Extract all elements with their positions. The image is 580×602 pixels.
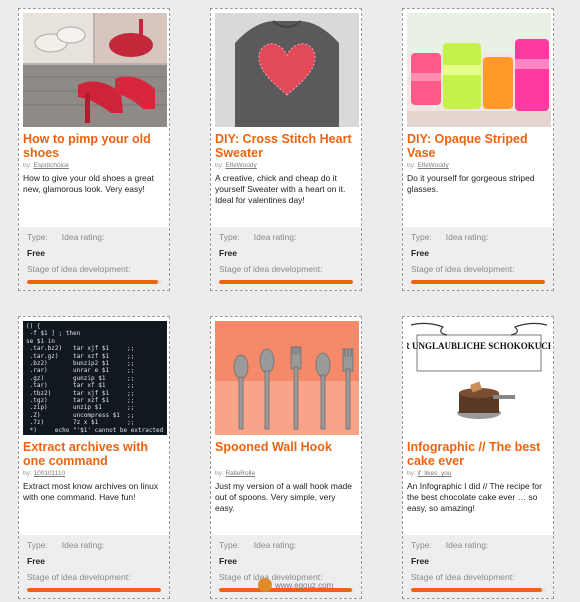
card-author: by: if_likes_you [407, 470, 452, 477]
card-author: by: RalleRolle [215, 470, 256, 477]
type-value: Free [411, 248, 429, 258]
card-meta: Type: Idea rating: Free Stage of idea dev… [211, 227, 361, 290]
card-thumbnail[interactable] [215, 13, 359, 127]
author-link[interactable]: RalleRolle [225, 470, 255, 477]
card-thumbnail[interactable] [407, 13, 551, 127]
type-label: Type: [27, 540, 48, 550]
card-title[interactable]: DIY: Opaque Striped Vase [407, 132, 549, 160]
idea-rating-label: Idea rating: [253, 232, 297, 242]
stage-progress-bar [411, 588, 545, 592]
author-link[interactable]: ElfeWoody [417, 162, 448, 169]
card-title[interactable]: Extract archives with one command [23, 440, 165, 468]
card-thumbnail[interactable]: () { -f $1 ] ; then se $1 in .tar.bz2) t… [23, 321, 167, 435]
code-snippet: () { -f $1 ] ; then se $1 in .tar.bz2) t… [26, 323, 167, 435]
card-author: by: 100101110 [23, 470, 66, 477]
card-meta: Type: Idea rating: Free Stage of idea dev… [19, 227, 169, 290]
stage-label: Stage of idea development: [219, 264, 323, 274]
watermark-logo-icon [258, 578, 272, 592]
stage-progress-bar [219, 280, 353, 284]
stage-progress-bar [411, 280, 545, 284]
type-value: Free [219, 248, 237, 258]
card-meta: Type: Idea rating: Free Stage of idea dev… [403, 227, 553, 290]
author-link[interactable]: if_likes_you [417, 470, 451, 477]
progress-fill [411, 280, 545, 284]
idea-rating-label: Idea rating: [61, 540, 105, 550]
idea-card[interactable]: How to pimp your old shoes by: Espritcho… [18, 8, 170, 291]
author-link[interactable]: 100101110 [33, 470, 65, 477]
card-title[interactable]: DIY: Cross Stitch Heart Sweater [215, 132, 357, 160]
author-link[interactable]: Espritchoice [33, 162, 68, 169]
stage-label: Stage of idea development: [27, 572, 131, 582]
idea-card[interactable]: () { -f $1 ] ; then se $1 in .tar.bz2) t… [18, 316, 170, 599]
card-author: by: ElfeWoody [215, 162, 257, 169]
stage-label: Stage of idea development: [411, 264, 515, 274]
stage-label: Stage of idea development: [411, 572, 515, 582]
type-label: Type: [27, 232, 48, 242]
card-description: How to give your old shoes a great new, … [23, 173, 154, 194]
progress-fill [411, 588, 543, 592]
idea-card[interactable]: Spooned Wall Hook by: RalleRolle Just my… [210, 316, 362, 599]
stage-label: Stage of idea development: [27, 264, 131, 274]
idea-rating-label: Idea rating: [445, 232, 489, 242]
type-value: Free [219, 556, 237, 566]
card-description: A creative, chick and cheap do it yourse… [215, 173, 346, 205]
card-title[interactable]: Infographic // The best cake ever [407, 440, 549, 468]
idea-card[interactable]: DIY: Cross Stitch Heart Sweater by: Elfe… [210, 8, 362, 291]
idea-rating-label: Idea rating: [445, 540, 489, 550]
author-link[interactable]: ElfeWoody [225, 162, 256, 169]
stage-progress-bar [27, 588, 161, 592]
idea-card[interactable]: DER UNGLAUBLICHE SCHOKOKUCHEN Infographi… [402, 316, 554, 599]
card-title[interactable]: How to pimp your old shoes [23, 132, 165, 160]
infographic-heading: DER UNGLAUBLICHE SCHOKOKUCHEN [407, 341, 551, 351]
type-label: Type: [219, 232, 240, 242]
idea-rating-label: Idea rating: [253, 540, 297, 550]
progress-fill [219, 280, 353, 284]
progress-fill [27, 588, 161, 592]
card-title[interactable]: Spooned Wall Hook [215, 440, 357, 468]
card-description: Do it yourself for gorgeous striped glas… [407, 173, 535, 194]
idea-card[interactable]: DIY: Opaque Striped Vase by: ElfeWoody D… [402, 8, 554, 291]
type-value: Free [27, 248, 45, 258]
card-author: by: Espritchoice [23, 162, 69, 169]
type-label: Type: [411, 232, 432, 242]
stage-progress-bar [27, 280, 161, 284]
card-thumbnail[interactable]: DER UNGLAUBLICHE SCHOKOKUCHEN [407, 321, 551, 435]
card-description: Extract most know archives on linux with… [23, 481, 159, 502]
card-thumbnail[interactable] [23, 13, 167, 127]
watermark: www.egouz.com [258, 578, 333, 592]
type-label: Type: [411, 540, 432, 550]
card-author: by: ElfeWoody [407, 162, 449, 169]
watermark-text: www.egouz.com [275, 580, 334, 590]
card-description: An Infographic I did // The recipe for t… [407, 481, 542, 513]
card-meta: Type: Idea rating: Free Stage of idea dev… [19, 535, 169, 598]
type-value: Free [411, 556, 429, 566]
idea-rating-label: Idea rating: [61, 232, 105, 242]
card-description: Just my version of a wall hook made out … [215, 481, 353, 513]
type-value: Free [27, 556, 45, 566]
type-label: Type: [219, 540, 240, 550]
card-thumbnail[interactable] [215, 321, 359, 435]
card-meta: Type: Idea rating: Free Stage of idea dev… [403, 535, 553, 598]
progress-fill [27, 280, 159, 284]
